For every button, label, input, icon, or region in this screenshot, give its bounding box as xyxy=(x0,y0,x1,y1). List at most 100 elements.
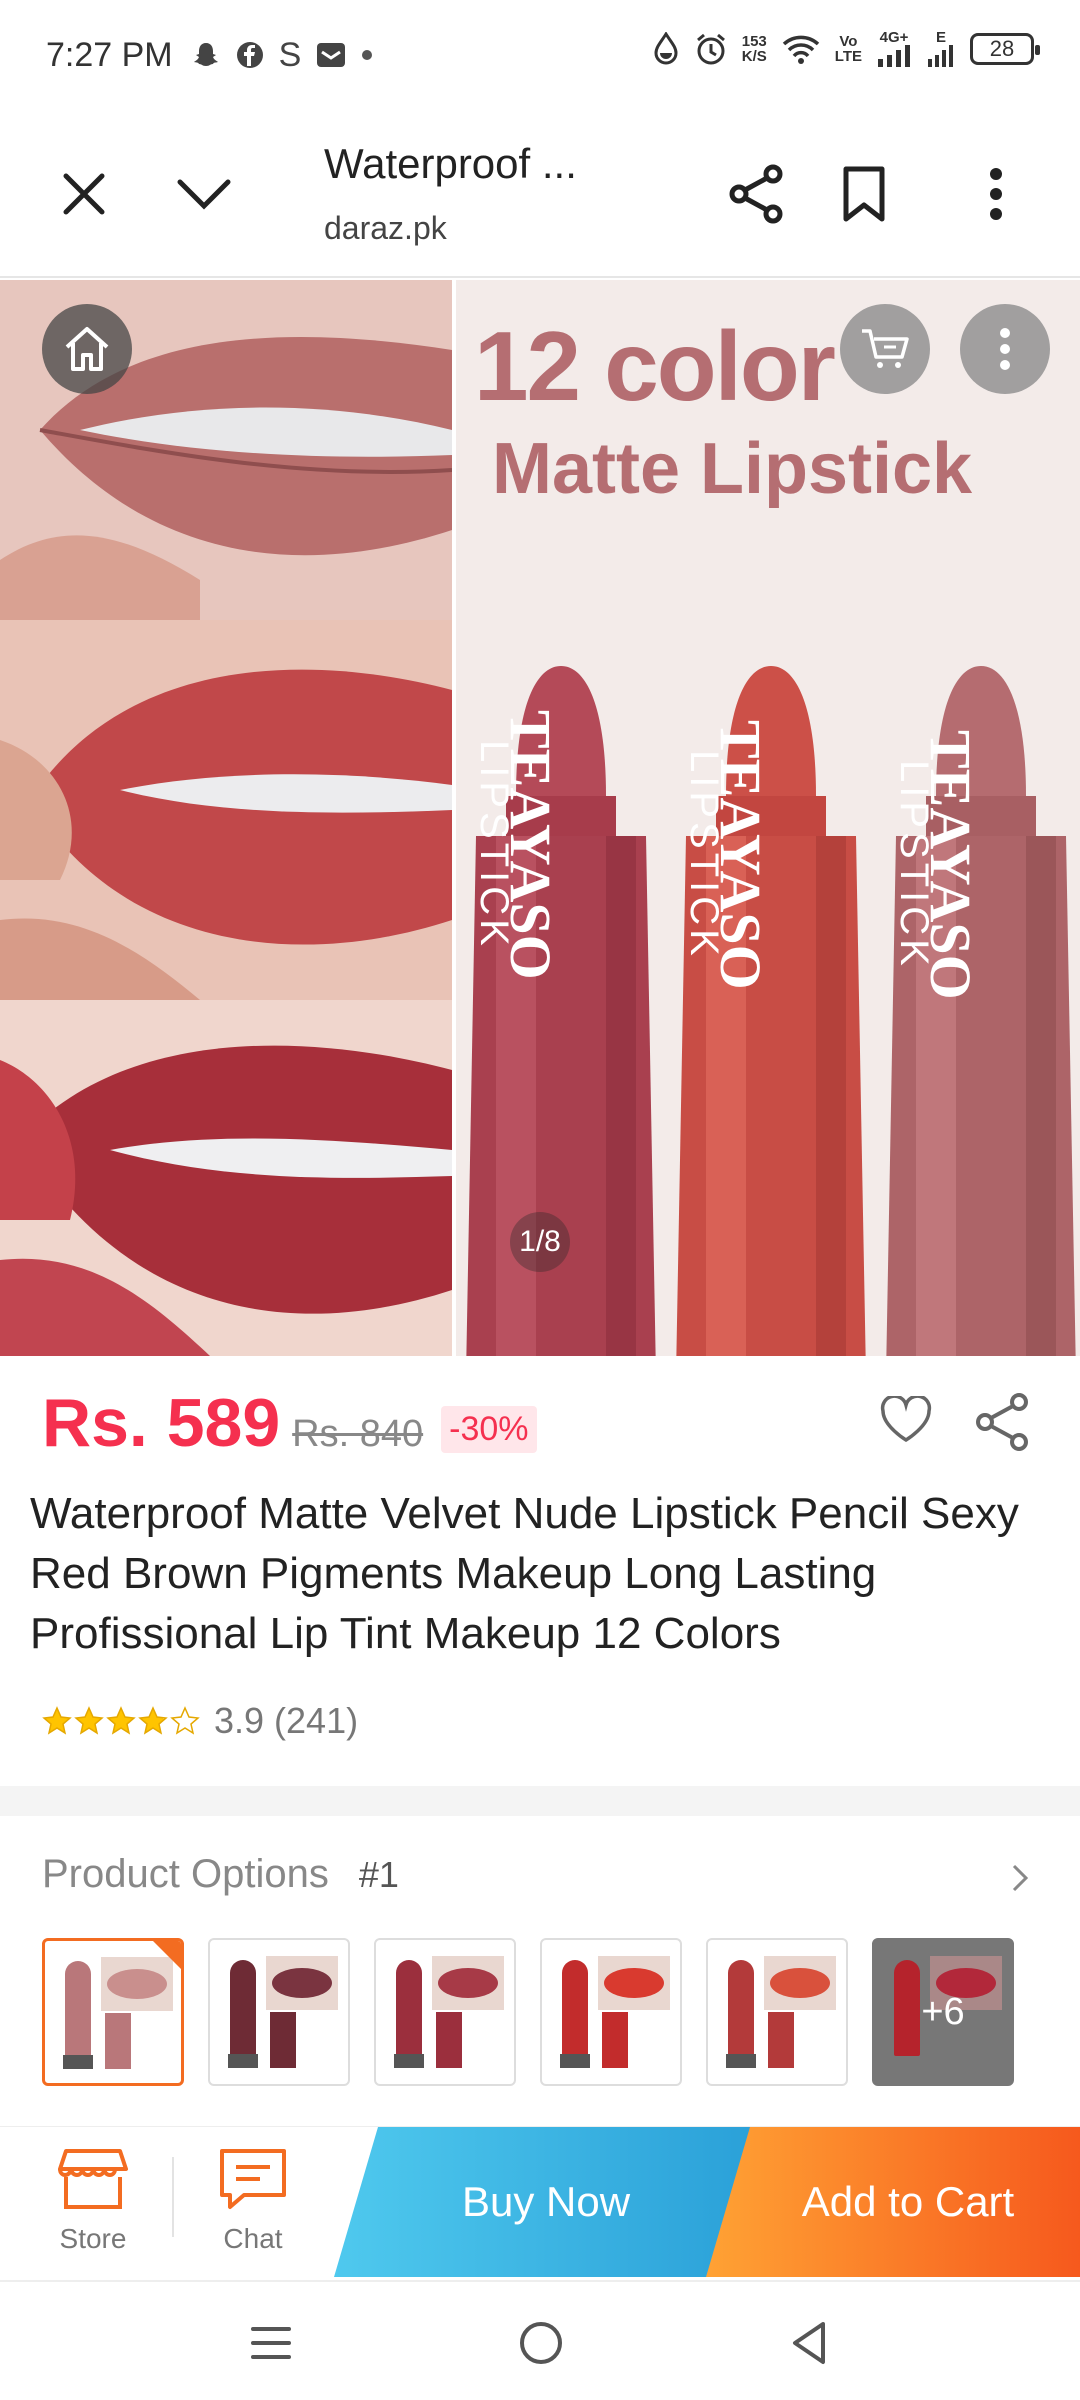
pencil-sub-1: LIPSTICK xyxy=(472,740,516,950)
discount-badge: -30% xyxy=(441,1406,537,1453)
store-button[interactable]: Store xyxy=(28,2147,158,2255)
star-icon xyxy=(138,1706,168,1735)
circle-home-icon xyxy=(520,2322,562,2364)
options-expand-button[interactable] xyxy=(1000,1856,1040,1900)
original-price: Rs. 840 xyxy=(292,1413,424,1455)
star-icon xyxy=(170,1706,200,1735)
swatch-cap xyxy=(768,2012,794,2068)
volte-indicator: Vo LTE xyxy=(834,32,862,65)
cart-button[interactable] xyxy=(840,304,930,394)
snapchat-icon xyxy=(193,43,218,66)
facebook-icon xyxy=(236,42,263,68)
net-speed: 153 K/S xyxy=(741,32,767,65)
cart-icon xyxy=(862,329,909,368)
option-swatch[interactable] xyxy=(42,1938,184,2086)
pencil-sub-2: LIPSTICK xyxy=(682,750,726,960)
buy-now-button[interactable]: Buy Now xyxy=(334,2127,758,2277)
action-divider xyxy=(172,2157,174,2237)
section-divider xyxy=(0,1786,1080,1816)
alarm-icon xyxy=(696,33,725,64)
swatch-lip-photo xyxy=(598,1956,670,2010)
lip-photo-deep-red xyxy=(0,1000,452,1356)
pencil-sub-3: LIPSTICK xyxy=(892,760,936,970)
promo-subheadline: Matte Lipstick xyxy=(492,429,973,509)
selected-corner-mark xyxy=(153,1941,181,1969)
system-status-icons: 153 K/S Vo LTE 4G+ E 28 xyxy=(652,30,1040,67)
chevron-down-icon xyxy=(177,179,231,210)
swatch-cap xyxy=(105,2013,131,2069)
menu-icon xyxy=(251,2327,291,2359)
mail-icon xyxy=(317,43,346,67)
product-options-header[interactable]: Product Options #1 xyxy=(42,1852,399,1897)
status-bar: 7:27 PM S 153 K/S Vo LTE 4G+ E 28 xyxy=(0,0,1080,110)
swatch-lipstick xyxy=(230,1960,256,2056)
page-url[interactable]: daraz.pk xyxy=(324,210,447,247)
water-drop-icon xyxy=(654,31,678,64)
bookmark-button[interactable] xyxy=(824,154,904,234)
share-icon xyxy=(976,1393,1028,1451)
home-button[interactable] xyxy=(42,304,132,394)
swatch-lipstick-base xyxy=(726,2054,756,2068)
star-icon xyxy=(106,1706,136,1735)
lip-photo-red xyxy=(0,620,452,1000)
store-icon xyxy=(58,2149,128,2209)
heart-icon xyxy=(880,1396,932,1443)
chat-label: Chat xyxy=(223,2223,283,2254)
home-icon xyxy=(65,327,109,371)
swatch-cap xyxy=(270,2012,296,2068)
swatch-lipstick xyxy=(396,1960,422,2056)
star-icon xyxy=(74,1706,104,1735)
promo-panel: 12 color Matte Lipstick TEAYASO LIPSTICK xyxy=(456,280,1080,1356)
swatch-cap xyxy=(436,2012,462,2068)
minimize-button[interactable] xyxy=(164,154,244,234)
add-to-cart-button[interactable]: Add to Cart xyxy=(706,2127,1080,2277)
swatch-lipstick-base xyxy=(228,2054,258,2068)
more-options-button[interactable] xyxy=(956,154,1036,234)
swatch-cap xyxy=(602,2012,628,2068)
image-counter: 1/8 xyxy=(510,1212,570,1272)
option-swatch[interactable] xyxy=(540,1938,682,2086)
status-time: 7:27 PM xyxy=(46,35,173,74)
page-title[interactable]: Waterproof ... xyxy=(324,140,577,188)
browser-toolbar: Waterproof ... daraz.pk xyxy=(0,110,1080,278)
chat-icon xyxy=(220,2149,286,2209)
rating-count: (241) xyxy=(274,1700,359,1741)
options-selected: #1 xyxy=(358,1853,399,1895)
notification-icons: S xyxy=(191,36,374,75)
signal-icon-2 xyxy=(928,45,953,67)
swatch-lip-photo xyxy=(764,1956,836,2010)
system-navigation-bar xyxy=(0,2280,1080,2400)
rating-row[interactable]: 3.9 (241) xyxy=(42,1700,358,1742)
option-swatch[interactable] xyxy=(208,1938,350,2086)
product-title: Waterproof Matte Velvet Nude Lipstick Pe… xyxy=(30,1489,1019,1658)
option-swatches: +6 xyxy=(42,1938,1014,2086)
option-swatch[interactable] xyxy=(374,1938,516,2086)
close-icon xyxy=(63,173,105,215)
swatch-lipstick xyxy=(65,1961,91,2057)
back-nav-button[interactable] xyxy=(774,2308,844,2378)
promo-headline: 12 color xyxy=(474,311,836,421)
signal-icon xyxy=(878,45,910,67)
recent-apps-button[interactable] xyxy=(236,2308,306,2378)
close-button[interactable] xyxy=(44,154,124,234)
swatch-lipstick-base xyxy=(394,2054,424,2068)
option-swatch[interactable] xyxy=(706,1938,848,2086)
chevron-right-icon xyxy=(1012,1864,1029,1892)
home-nav-button[interactable] xyxy=(506,2308,576,2378)
share-product-button[interactable] xyxy=(970,1390,1034,1454)
swatch-lipstick-base xyxy=(63,2055,93,2069)
chat-button[interactable]: Chat xyxy=(188,2147,318,2255)
bookmark-icon xyxy=(843,166,885,222)
options-label: Product Options xyxy=(42,1852,329,1896)
swatch-lipstick xyxy=(728,1960,754,2056)
wishlist-button[interactable] xyxy=(876,1390,936,1450)
share-icon xyxy=(729,164,783,224)
s-icon: S xyxy=(278,35,302,74)
dot-icon xyxy=(362,50,373,60)
gallery-more-button[interactable] xyxy=(960,304,1050,394)
store-label: Store xyxy=(59,2223,127,2254)
star-icon xyxy=(42,1706,72,1735)
product-image-gallery[interactable]: 12 color Matte Lipstick TEAYASO LIPSTICK xyxy=(0,280,1080,1356)
share-page-button[interactable] xyxy=(716,154,796,234)
more-options-swatch[interactable]: +6 xyxy=(872,1938,1014,2086)
